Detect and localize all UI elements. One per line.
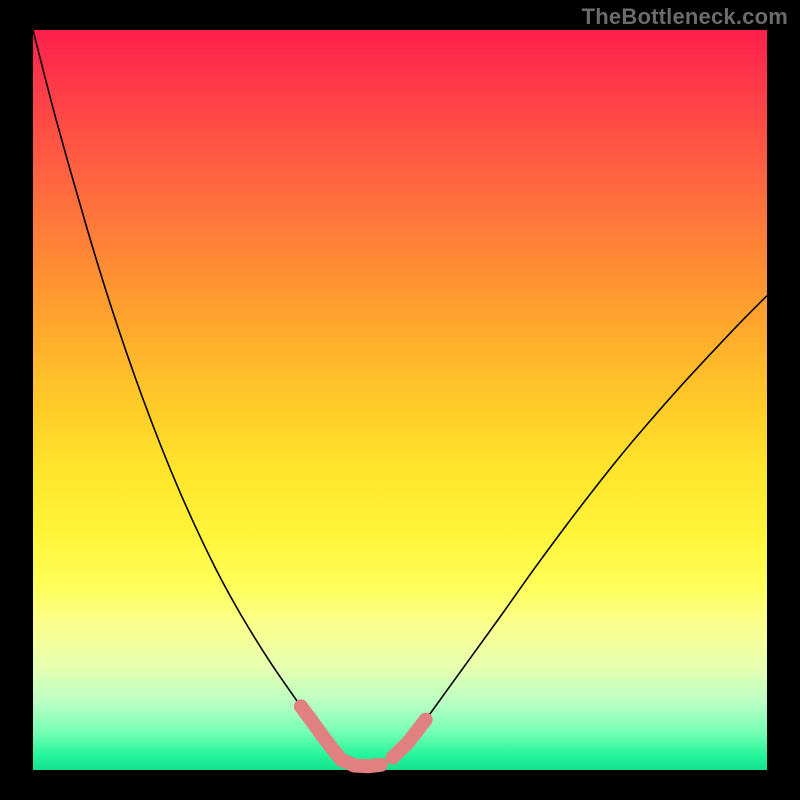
left-markers (301, 706, 331, 747)
plot-area (33, 30, 767, 770)
right-curve (381, 296, 767, 765)
watermark-text: TheBottleneck.com (582, 4, 788, 30)
floor-markers (331, 747, 381, 766)
right-markers (393, 720, 426, 758)
curve-canvas (33, 30, 767, 770)
left-curve (33, 30, 331, 747)
chart-container: TheBottleneck.com (0, 0, 800, 800)
